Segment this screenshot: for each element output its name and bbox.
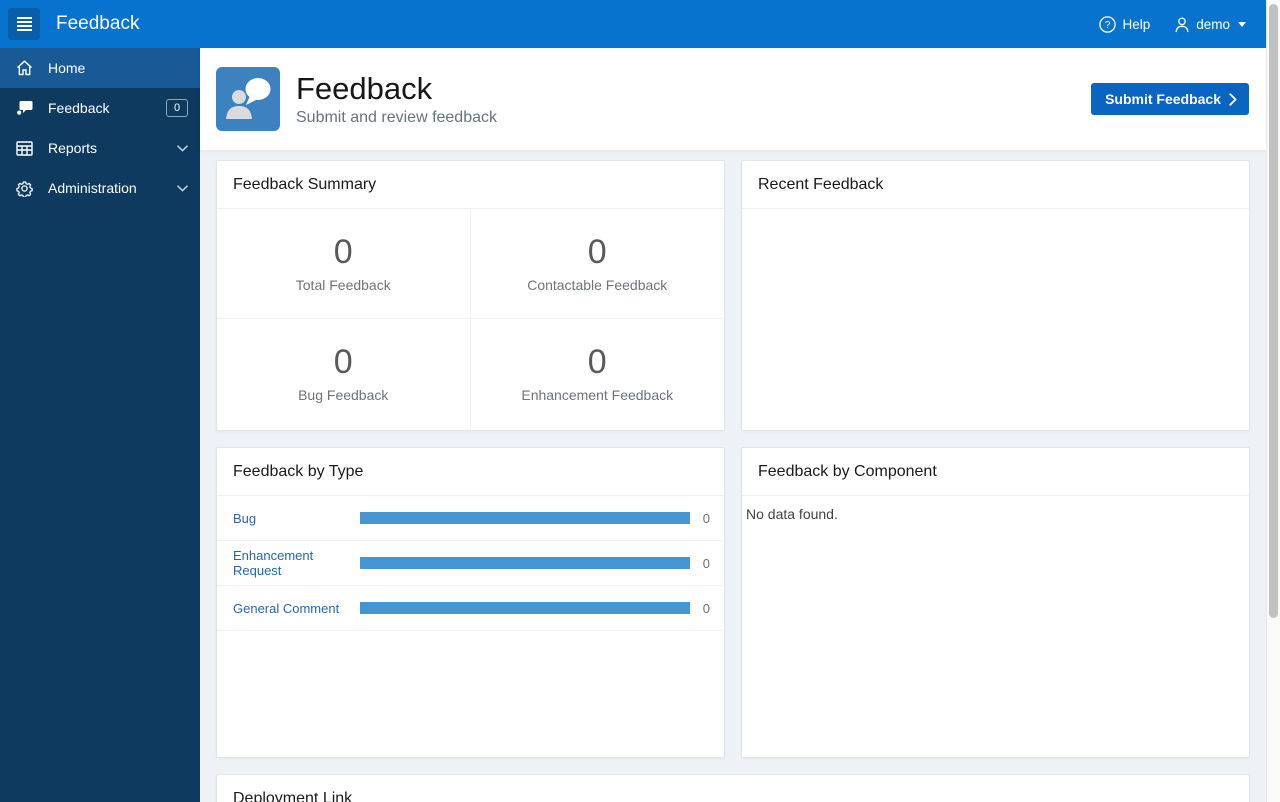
svg-text:?: ? <box>1105 20 1111 31</box>
stat-label: Total Feedback <box>295 276 391 293</box>
app-title: Feedback <box>56 13 140 34</box>
feedback-by-component-card: Feedback by Component No data found. <box>741 447 1250 758</box>
card-title: Feedback by Type <box>217 448 724 496</box>
stat-value: 0 <box>587 343 607 381</box>
feedback-count-badge: 0 <box>166 99 188 117</box>
user-label: demo <box>1196 16 1230 32</box>
feedback-summary-card: Feedback Summary 0 Total Feedback 0 Cont… <box>216 160 725 431</box>
chart-row-bug: Bug 0 <box>217 496 724 541</box>
bug-value: 0 <box>702 510 710 526</box>
enhancement-request-value: 0 <box>702 555 710 571</box>
general-comment-link[interactable]: General Comment <box>233 601 360 616</box>
general-comment-bar <box>360 602 690 614</box>
home-icon <box>16 60 33 77</box>
enhancement-request-bar <box>360 557 690 569</box>
general-comment-value: 0 <box>702 600 710 616</box>
gear-icon <box>16 180 33 197</box>
stat-value: 0 <box>333 232 353 271</box>
stat-value: 0 <box>333 343 353 381</box>
page-header: Feedback Submit and review feedback Subm… <box>200 48 1266 150</box>
enhancement-request-link[interactable]: Enhancement Request <box>233 548 360 578</box>
dashboard-content: Feedback Summary 0 Total Feedback 0 Cont… <box>200 150 1266 802</box>
card-title: Feedback Summary <box>217 161 724 209</box>
chart-row-general-comment: General Comment 0 <box>217 586 724 631</box>
user-menu[interactable]: demo <box>1174 16 1246 33</box>
submit-feedback-label: Submit Feedback <box>1105 91 1221 107</box>
caret-down-icon <box>1238 21 1246 27</box>
feedback-by-type-card: Feedback by Type Bug 0 Enhancement Reque… <box>216 447 725 758</box>
stat-label: Contactable Feedback <box>527 276 668 293</box>
bug-link[interactable]: Bug <box>233 511 360 526</box>
stat-enhancement-feedback: 0 Enhancement Feedback <box>471 319 725 429</box>
stat-value: 0 <box>587 232 607 271</box>
chevron-down-icon <box>177 144 188 152</box>
table-icon <box>16 140 33 157</box>
card-title: Feedback by Component <box>742 448 1249 496</box>
sidebar-item-label: Home <box>48 60 86 76</box>
recent-feedback-card: Recent Feedback <box>741 160 1250 431</box>
scrollbar-thumb[interactable] <box>1269 4 1278 618</box>
stat-bug-feedback: 0 Bug Feedback <box>217 319 471 429</box>
help-label: Help <box>1122 16 1151 32</box>
bug-bar <box>360 512 690 524</box>
feedback-app-icon <box>216 67 280 131</box>
user-icon <box>1174 16 1190 33</box>
menu-toggle-button[interactable] <box>8 8 40 40</box>
no-data-message: No data found. <box>746 506 838 522</box>
sidebar-item-reports[interactable]: Reports <box>0 128 200 168</box>
stat-total-feedback: 0 Total Feedback <box>217 209 471 319</box>
stat-label: Enhancement Feedback <box>521 387 674 403</box>
page-scrollbar[interactable] <box>1266 0 1280 802</box>
page-subtitle: Submit and review feedback <box>296 109 497 127</box>
help-icon: ? <box>1099 15 1117 33</box>
card-title: Deployment Link <box>217 775 1249 802</box>
stat-contactable-feedback: 0 Contactable Feedback <box>470 209 724 319</box>
page-title: Feedback <box>296 70 433 106</box>
deployment-link-card: Deployment Link <box>216 774 1250 802</box>
help-link[interactable]: ? Help <box>1099 15 1151 33</box>
feedback-by-type-chart: Bug 0 Enhancement Request 0 General Comm… <box>217 496 724 631</box>
chevron-right-icon <box>1229 92 1237 106</box>
chevron-down-icon <box>177 184 188 192</box>
chart-row-enhancement-request: Enhancement Request 0 <box>217 541 724 586</box>
sidebar-item-label: Feedback <box>48 100 110 116</box>
submit-feedback-button[interactable]: Submit Feedback <box>1091 83 1249 115</box>
sidebar-item-home[interactable]: Home <box>0 48 200 88</box>
topbar: Feedback ? Help demo <box>0 0 1266 48</box>
stat-label: Bug Feedback <box>298 387 389 403</box>
sidebar-item-label: Reports <box>48 140 98 156</box>
sidebar-item-feedback[interactable]: Feedback 0 <box>0 88 200 128</box>
sidebar-item-label: Administration <box>48 180 137 196</box>
sidebar: Home Feedback 0 Reports Administration <box>0 48 200 802</box>
main-region: Feedback Submit and review feedback Subm… <box>200 48 1266 802</box>
card-title: Recent Feedback <box>742 161 1249 209</box>
speech-bubbles-icon <box>16 100 33 117</box>
sidebar-item-administration[interactable]: Administration <box>0 168 200 208</box>
